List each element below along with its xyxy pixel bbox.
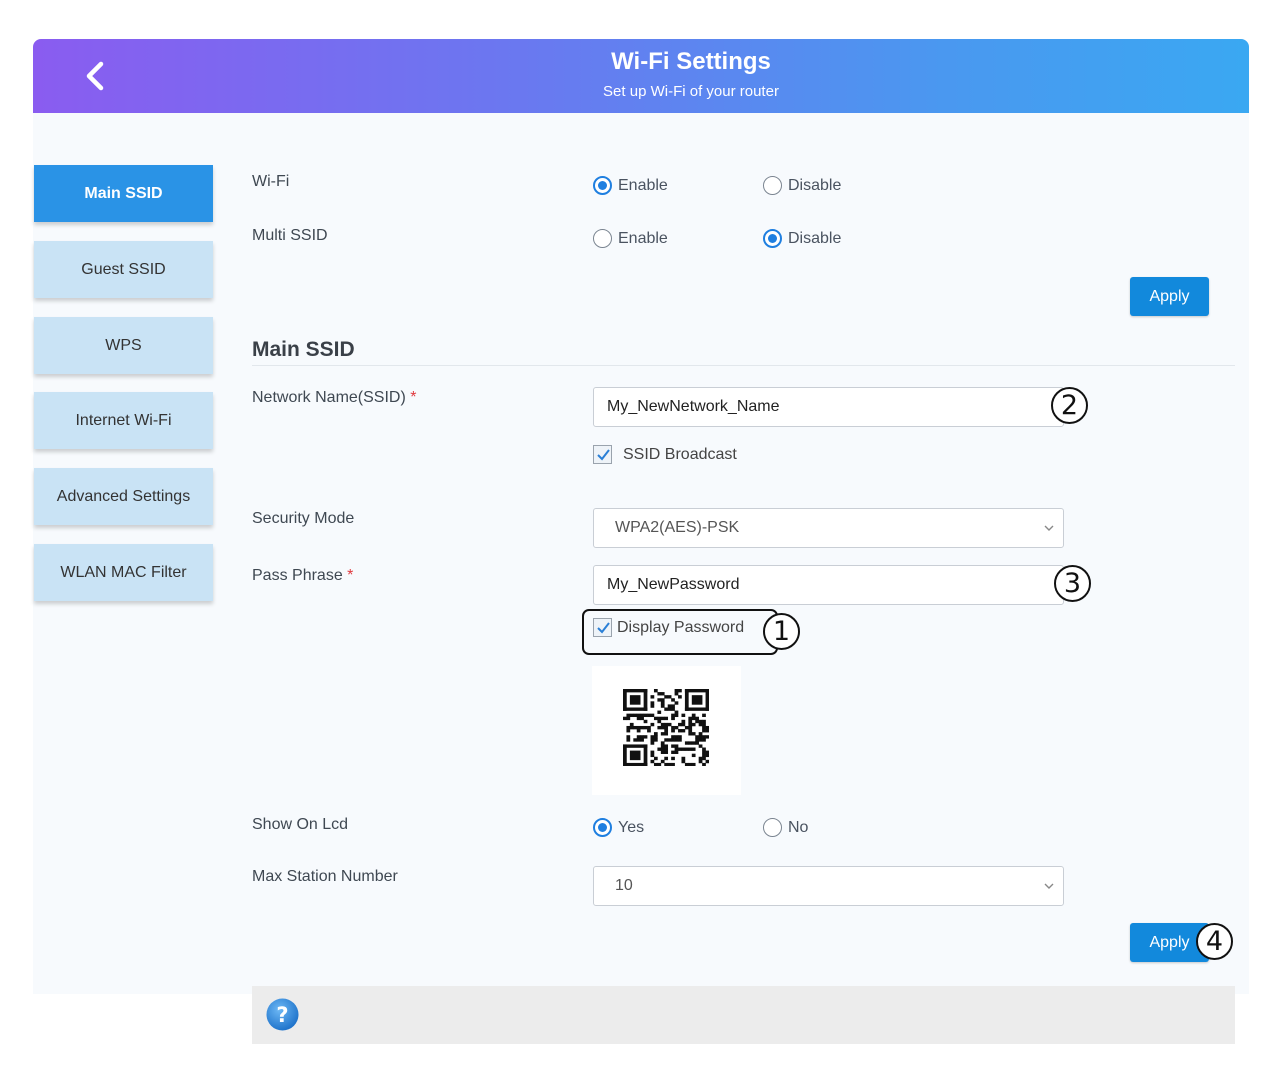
show-on-lcd-no-radio[interactable]: No: [763, 818, 808, 837]
radio-unchecked-icon: [763, 176, 782, 195]
select-value: WPA2(AES)-PSK: [615, 519, 740, 536]
multi-ssid-disable-radio[interactable]: Disable: [763, 229, 841, 248]
network-name-input[interactable]: My_NewNetwork_Name: [593, 387, 1064, 427]
select-value: 10: [615, 877, 633, 894]
required-mark: *: [347, 567, 354, 584]
checkbox-label: Display Password: [617, 618, 745, 636]
multi-ssid-label: Multi SSID: [252, 227, 328, 244]
footer-bar: [252, 986, 1235, 1044]
help-button[interactable]: ?: [265, 997, 300, 1032]
checkbox-checked-icon: [593, 618, 612, 637]
radio-unchecked-icon: [763, 818, 782, 837]
radio-label: Yes: [618, 818, 645, 836]
label-text: Network Name(SSID): [252, 389, 406, 406]
checkbox-label: SSID Broadcast: [623, 445, 737, 463]
annotation-4: 4: [1196, 923, 1233, 960]
qr-code-icon: [623, 689, 709, 766]
security-mode-select[interactable]: WPA2(AES)-PSK: [593, 508, 1064, 548]
max-station-select[interactable]: 10: [593, 866, 1064, 906]
sidebar-item-label: WLAN MAC Filter: [60, 563, 187, 581]
display-password-checkbox[interactable]: Display Password: [593, 618, 744, 637]
question-circle-icon: ?: [266, 998, 299, 1031]
radio-checked-icon: [593, 176, 612, 195]
radio-label: Enable: [618, 229, 668, 247]
pass-phrase-label: Pass Phrase *: [252, 567, 353, 585]
wifi-disable-radio[interactable]: Disable: [763, 176, 841, 195]
security-mode-label: Security Mode: [252, 510, 355, 527]
show-on-lcd-label: Show On Lcd: [252, 816, 349, 833]
divider: [252, 365, 1235, 366]
sidebar-item-label: Internet Wi-Fi: [75, 411, 172, 429]
multi-ssid-enable-radio[interactable]: Enable: [593, 229, 668, 248]
chevron-down-icon: [1044, 525, 1054, 531]
radio-label: No: [788, 818, 809, 836]
svg-text:?: ?: [276, 1003, 288, 1027]
input-value: My_NewNetwork_Name: [607, 398, 780, 415]
qr-code: [592, 666, 741, 795]
radio-checked-icon: [593, 818, 612, 837]
sidebar-item-advanced-settings[interactable]: Advanced Settings: [34, 468, 213, 525]
sidebar-item-wlan-mac-filter[interactable]: WLAN MAC Filter: [34, 544, 213, 601]
max-station-label: Max Station Number: [252, 868, 398, 885]
radio-label: Enable: [618, 176, 668, 194]
annotation-3: 3: [1054, 565, 1091, 602]
sidebar-item-label: Main SSID: [84, 184, 163, 202]
input-value: My_NewPassword: [607, 576, 740, 593]
radio-label: Disable: [788, 229, 842, 247]
wifi-label: Wi-Fi: [252, 173, 290, 190]
back-button[interactable]: [74, 56, 114, 96]
chevron-left-icon: [86, 61, 104, 91]
sidebar-item-label: Advanced Settings: [56, 487, 191, 505]
sidebar-item-label: WPS: [105, 336, 142, 354]
checkbox-checked-icon: [593, 445, 612, 464]
network-name-label: Network Name(SSID) *: [252, 389, 417, 407]
annotation-1: 1: [763, 613, 800, 650]
header-bar: [33, 39, 1249, 113]
ssid-broadcast-checkbox[interactable]: SSID Broadcast: [593, 445, 737, 464]
sidebar-item-guest-ssid[interactable]: Guest SSID: [34, 241, 213, 298]
show-on-lcd-yes-radio[interactable]: Yes: [593, 818, 644, 837]
sidebar-item-internet-wifi[interactable]: Internet Wi-Fi: [34, 392, 213, 449]
sidebar-item-main-ssid[interactable]: Main SSID: [34, 165, 213, 222]
sidebar-item-wps[interactable]: WPS: [34, 317, 213, 374]
apply-button-top[interactable]: Apply: [1130, 277, 1209, 316]
section-title: Main SSID: [252, 338, 355, 361]
label-text: Pass Phrase: [252, 567, 343, 584]
radio-unchecked-icon: [593, 229, 612, 248]
radio-label: Disable: [788, 176, 842, 194]
wifi-enable-radio[interactable]: Enable: [593, 176, 668, 195]
pass-phrase-input[interactable]: My_NewPassword: [593, 565, 1064, 605]
sidebar-item-label: Guest SSID: [81, 260, 166, 278]
radio-checked-icon: [763, 229, 782, 248]
required-mark: *: [410, 389, 417, 406]
chevron-down-icon: [1044, 883, 1054, 889]
annotation-2: 2: [1051, 387, 1088, 424]
